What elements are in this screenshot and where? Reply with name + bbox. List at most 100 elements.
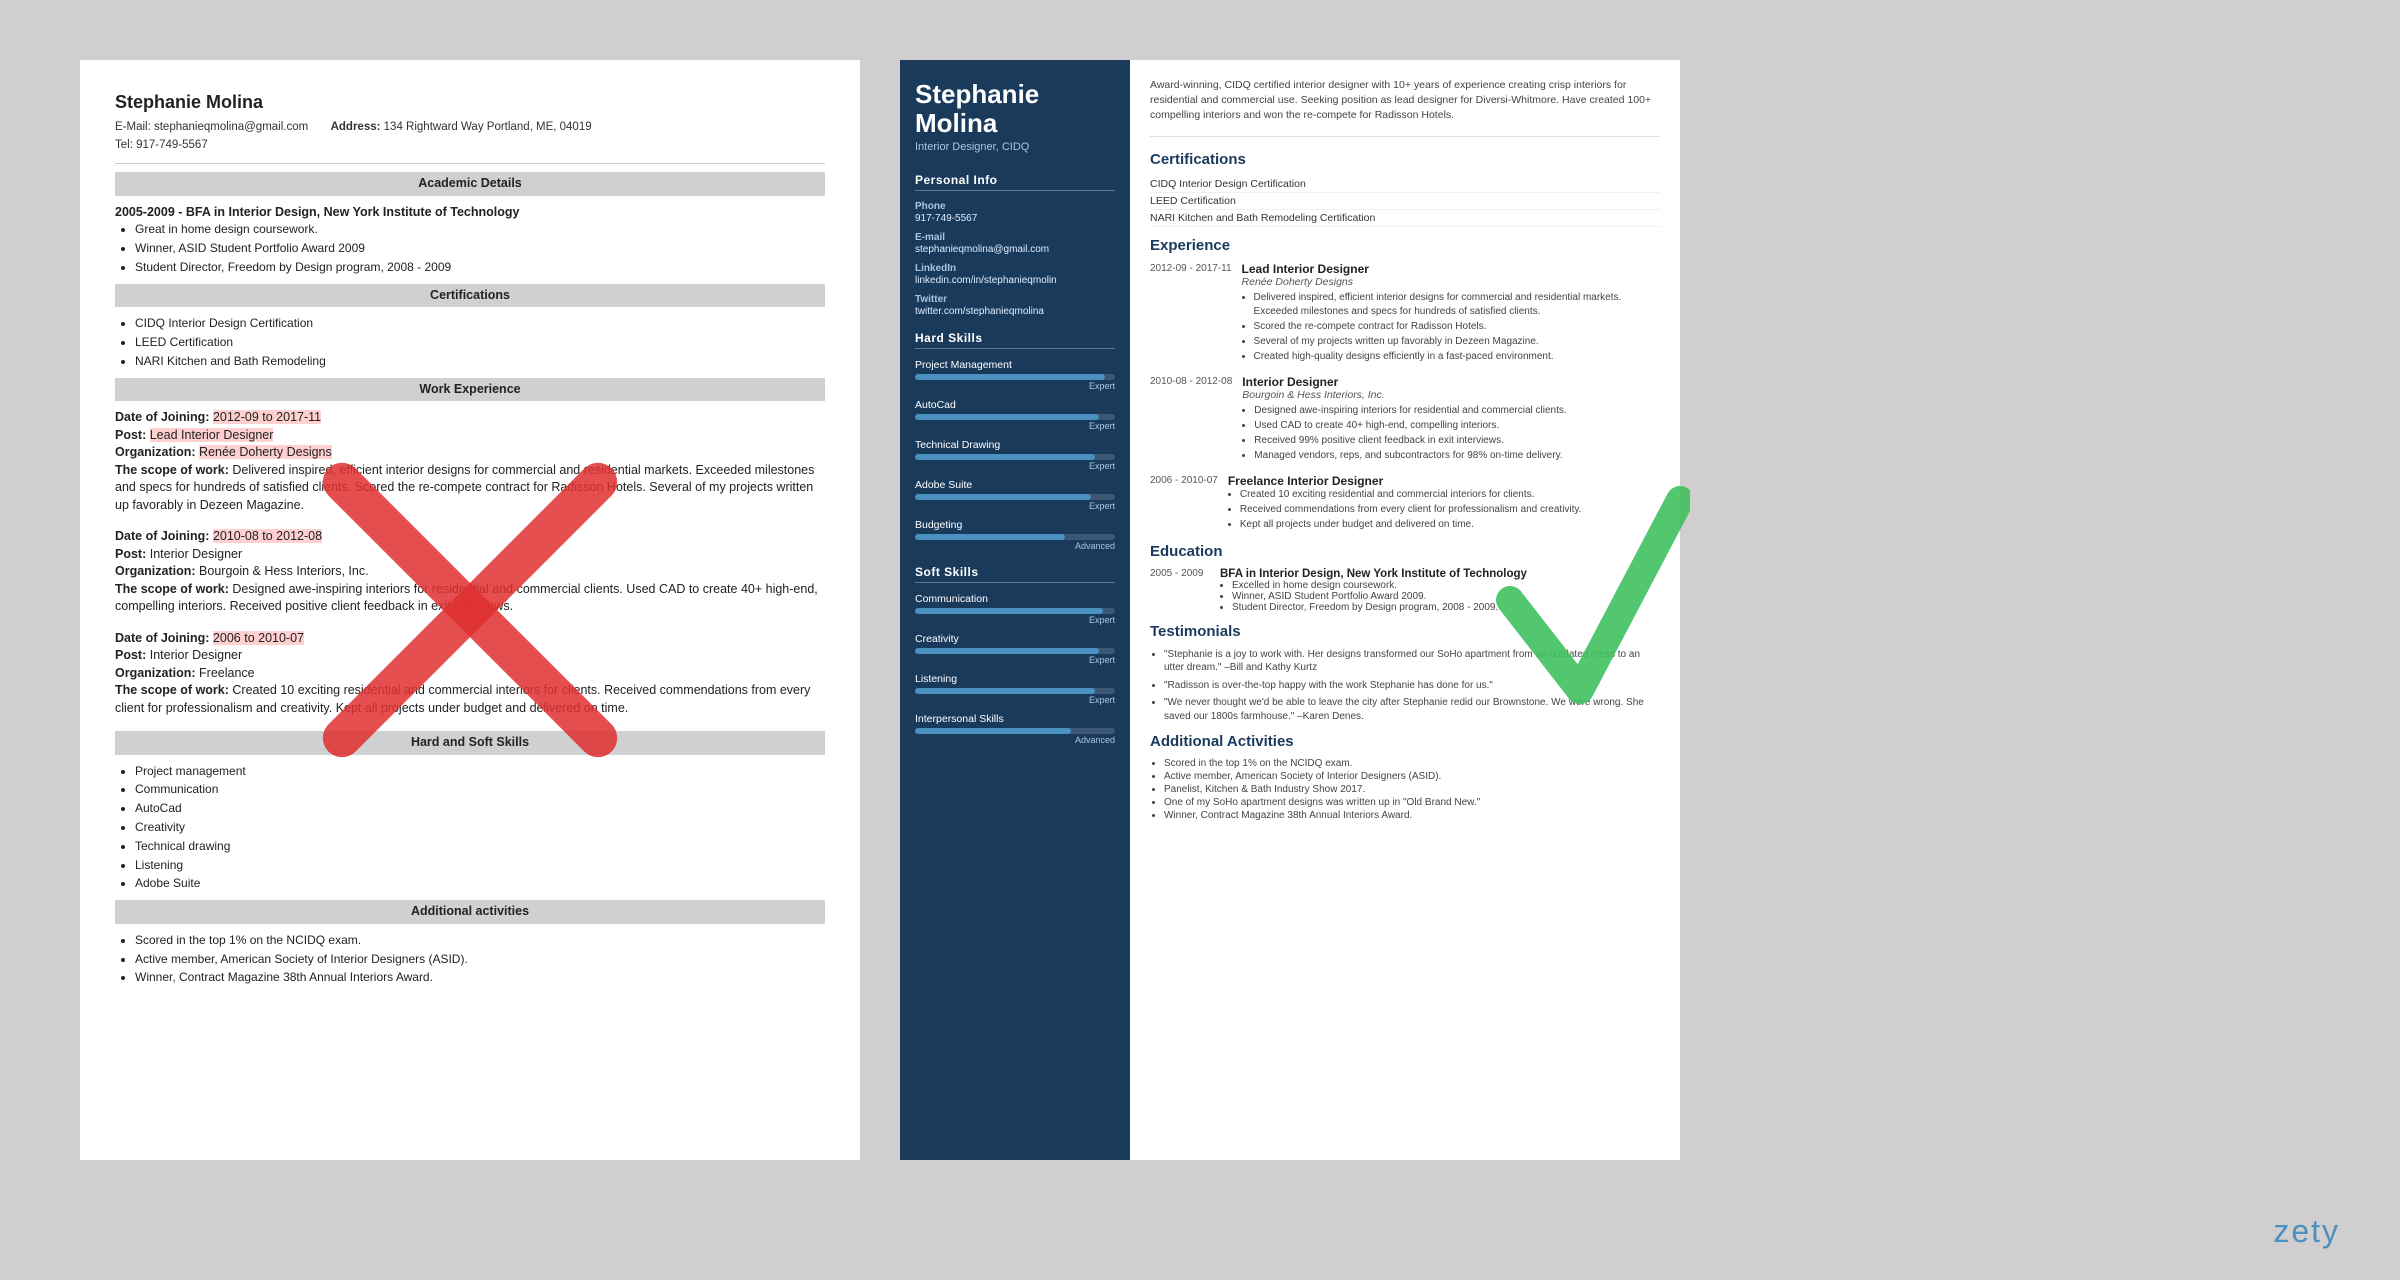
list-item: Created 10 exciting residential and comm… bbox=[1240, 488, 1660, 502]
email-value: stephanieqmolina@gmail.com bbox=[154, 121, 308, 133]
skill-bar-fill bbox=[915, 454, 1095, 460]
skill-level: Expert bbox=[915, 381, 1115, 391]
list-item: "Stephanie is a joy to work with. Her de… bbox=[1164, 648, 1660, 675]
exp-details: Freelance Interior Designer Created 10 e… bbox=[1228, 474, 1660, 533]
additional-section: Scored in the top 1% on the NCIDQ exam. … bbox=[1150, 758, 1660, 821]
list-item: Received 99% positive client feedback in… bbox=[1254, 434, 1660, 448]
list-item: LEED Certification bbox=[1150, 193, 1660, 210]
list-item: One of my SoHo apartment designs was wri… bbox=[1164, 797, 1660, 808]
job-title: Lead Interior Designer bbox=[1242, 262, 1660, 276]
skill-bar-fill bbox=[915, 414, 1099, 420]
skill-item: Adobe Suite Expert bbox=[915, 479, 1115, 511]
email-value: stephanieqmolina@gmail.com bbox=[915, 244, 1115, 255]
tel-value: 917-749-5567 bbox=[136, 139, 208, 151]
list-item: Created high-quality designs efficiently… bbox=[1254, 350, 1660, 364]
linkedin-value: linkedin.com/in/stephanieqmolin bbox=[915, 275, 1115, 286]
job-title: Interior Designer bbox=[1242, 375, 1660, 389]
soft-skills-title: Soft Skills bbox=[915, 565, 1115, 583]
address-label: Address: bbox=[331, 121, 381, 133]
company: Bourgoin & Hess Interiors, Inc. bbox=[1242, 389, 1660, 401]
skill-bar-fill bbox=[915, 648, 1099, 654]
exp-details: Lead Interior Designer Renée Doherty Des… bbox=[1242, 262, 1660, 365]
exp-dates: 2012-09 - 2017-11 bbox=[1150, 262, 1232, 365]
person-name: Stephanie Molina bbox=[915, 80, 1115, 137]
list-item: Technical drawing bbox=[135, 838, 825, 855]
exp-entry: 2006 - 2010-07 Freelance Interior Design… bbox=[1150, 474, 1660, 533]
skill-level: Advanced bbox=[915, 541, 1115, 551]
skill-item: Technical Drawing Expert bbox=[915, 439, 1115, 471]
list-item: Student Director, Freedom by Design prog… bbox=[1232, 602, 1527, 613]
twitter-value: twitter.com/stephanieqmolina bbox=[915, 306, 1115, 317]
list-item: Winner, ASID Student Portfolio Award 200… bbox=[135, 240, 825, 257]
list-item: Creativity bbox=[135, 819, 825, 836]
phone-label: Phone bbox=[915, 201, 1115, 212]
list-item: Winner, Contract Magazine 38th Annual In… bbox=[1164, 810, 1660, 821]
skill-level: Expert bbox=[915, 695, 1115, 705]
resume-main-content: Award-winning, CIDQ certified interior d… bbox=[1130, 60, 1680, 1160]
testimonials-title: Testimonials bbox=[1150, 623, 1660, 640]
skill-name: Communication bbox=[915, 593, 1115, 605]
exp-entry: 2010-08 - 2012-08 Interior Designer Bour… bbox=[1150, 375, 1660, 464]
skill-name: Project Management bbox=[915, 359, 1115, 371]
list-item: LEED Certification bbox=[135, 334, 825, 351]
activities-header: Additional activities bbox=[115, 900, 825, 924]
twitter-label: Twitter bbox=[915, 294, 1115, 305]
skill-name: Creativity bbox=[915, 633, 1115, 645]
skill-bar-fill bbox=[915, 374, 1105, 380]
list-item: Listening bbox=[135, 857, 825, 874]
company: Renée Doherty Designs bbox=[1242, 276, 1660, 288]
list-item: Received commendations from every client… bbox=[1240, 503, 1660, 517]
list-item: NARI Kitchen and Bath Remodeling Certifi… bbox=[1150, 210, 1660, 227]
skill-bar-fill bbox=[915, 494, 1091, 500]
list-item: Panelist, Kitchen & Bath Industry Show 2… bbox=[1164, 784, 1660, 795]
additional-title: Additional Activities bbox=[1150, 733, 1660, 750]
list-item: AutoCad bbox=[135, 800, 825, 817]
skill-name: Budgeting bbox=[915, 519, 1115, 531]
skill-name: Technical Drawing bbox=[915, 439, 1115, 451]
tel-label: Tel: bbox=[115, 139, 133, 151]
skill-item: Interpersonal Skills Advanced bbox=[915, 713, 1115, 745]
experience-header: Work Experience bbox=[115, 378, 825, 402]
skill-level: Advanced bbox=[915, 735, 1115, 745]
list-item: Several of my projects written up favora… bbox=[1254, 335, 1660, 349]
list-item: Communication bbox=[135, 781, 825, 798]
certs-title: Certifications bbox=[1150, 151, 1660, 168]
personal-info-title: Personal Info bbox=[915, 173, 1115, 191]
edu-details: BFA in Interior Design, New York Institu… bbox=[1220, 568, 1527, 613]
sidebar-name-section: Stephanie Molina Interior Designer, CIDQ bbox=[915, 80, 1115, 153]
skill-bar-fill bbox=[915, 728, 1071, 734]
exp-bullets: Created 10 exciting residential and comm… bbox=[1228, 488, 1660, 532]
skill-level: Expert bbox=[915, 501, 1115, 511]
list-item: Active member, American Society of Inter… bbox=[135, 951, 825, 968]
job-entry: Date of Joining: 2006 to 2010-07 Post: I… bbox=[115, 630, 825, 718]
bad-resume: Stephanie Molina E-Mail: stephanieqmolin… bbox=[80, 60, 860, 1160]
list-item: Active member, American Society of Inter… bbox=[1164, 771, 1660, 782]
edu-degree: BFA in Interior Design, New York Institu… bbox=[1220, 568, 1527, 580]
skill-item: Project Management Expert bbox=[915, 359, 1115, 391]
edu-dates: 2005 - 2009 bbox=[1150, 568, 1210, 613]
skill-bar-bg bbox=[915, 494, 1115, 500]
email-item: E-mail stephanieqmolina@gmail.com bbox=[915, 232, 1115, 255]
edu-entry: 2005 - 2009 BFA in Interior Design, New … bbox=[1150, 568, 1660, 613]
email-label: E-mail bbox=[915, 232, 1115, 243]
zety-logo: zety bbox=[2273, 1213, 2340, 1250]
skill-bar-bg bbox=[915, 728, 1115, 734]
left-email-line: E-Mail: stephanieqmolina@gmail.com Addre… bbox=[115, 119, 825, 135]
skill-item: Budgeting Advanced bbox=[915, 519, 1115, 551]
skill-bar-bg bbox=[915, 374, 1115, 380]
job-title: Freelance Interior Designer bbox=[1228, 474, 1660, 488]
divider bbox=[115, 163, 825, 164]
list-item: Managed vendors, reps, and subcontractor… bbox=[1254, 449, 1660, 463]
list-item: Student Director, Freedom by Design prog… bbox=[135, 259, 825, 276]
phone-value: 917-749-5567 bbox=[915, 213, 1115, 224]
cert-bullets: CIDQ Interior Design Certification LEED … bbox=[115, 315, 825, 369]
skill-bar-fill bbox=[915, 688, 1095, 694]
person-title: Interior Designer, CIDQ bbox=[915, 141, 1115, 153]
list-item: CIDQ Interior Design Certification bbox=[1150, 176, 1660, 193]
activities-list: Scored in the top 1% on the NCIDQ exam. … bbox=[115, 932, 825, 986]
summary-text: Award-winning, CIDQ certified interior d… bbox=[1150, 78, 1660, 137]
job-entry: Date of Joining: 2012-09 to 2017-11 Post… bbox=[115, 409, 825, 514]
list-item: Scored in the top 1% on the NCIDQ exam. bbox=[135, 932, 825, 949]
exp-bullets: Delivered inspired, efficient interior d… bbox=[1242, 291, 1660, 364]
exp-dates: 2006 - 2010-07 bbox=[1150, 474, 1218, 533]
